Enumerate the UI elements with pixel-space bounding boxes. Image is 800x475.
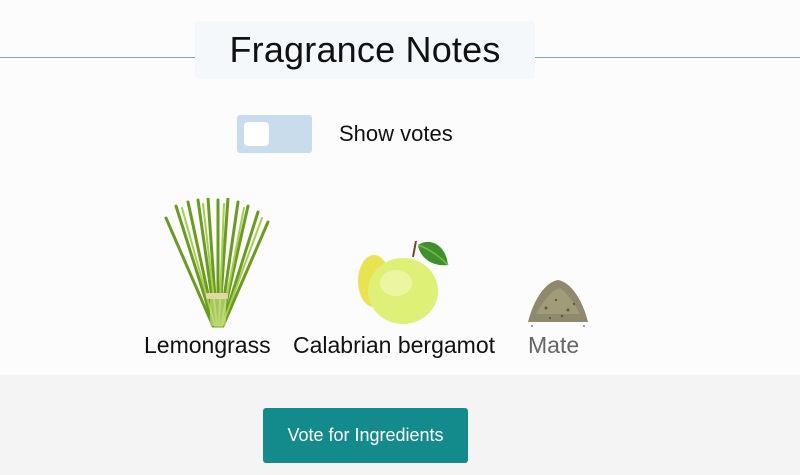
note-label: Lemongrass	[144, 332, 271, 358]
section-title-box: Fragrance Notes	[195, 21, 535, 79]
notes-list: Lemongrass Calabrian bergamot Mate	[0, 190, 800, 370]
note-item-lemongrass[interactable]: Lemongrass	[140, 190, 290, 370]
note-label: Calabrian bergamot	[293, 332, 496, 358]
show-votes-label: Show votes	[339, 121, 453, 146]
show-votes-toggle[interactable]	[237, 115, 312, 153]
toggle-knob	[244, 122, 269, 146]
mate-image	[528, 280, 588, 327]
note-item-mate[interactable]: Mate	[526, 190, 596, 370]
section-title: Fragrance Notes	[229, 29, 501, 70]
show-votes-row: Show votes	[237, 115, 453, 153]
note-item-calabrian-bergamot[interactable]: Calabrian bergamot	[292, 190, 522, 370]
note-label: Mate	[528, 332, 580, 358]
vote-for-ingredients-button[interactable]: Vote for Ingredients	[263, 408, 468, 463]
lemongrass-image	[164, 198, 270, 328]
bergamot-image	[358, 240, 449, 324]
fragrance-notes-page: Fragrance Notes Show votes Lemongrass Ca…	[0, 0, 800, 475]
